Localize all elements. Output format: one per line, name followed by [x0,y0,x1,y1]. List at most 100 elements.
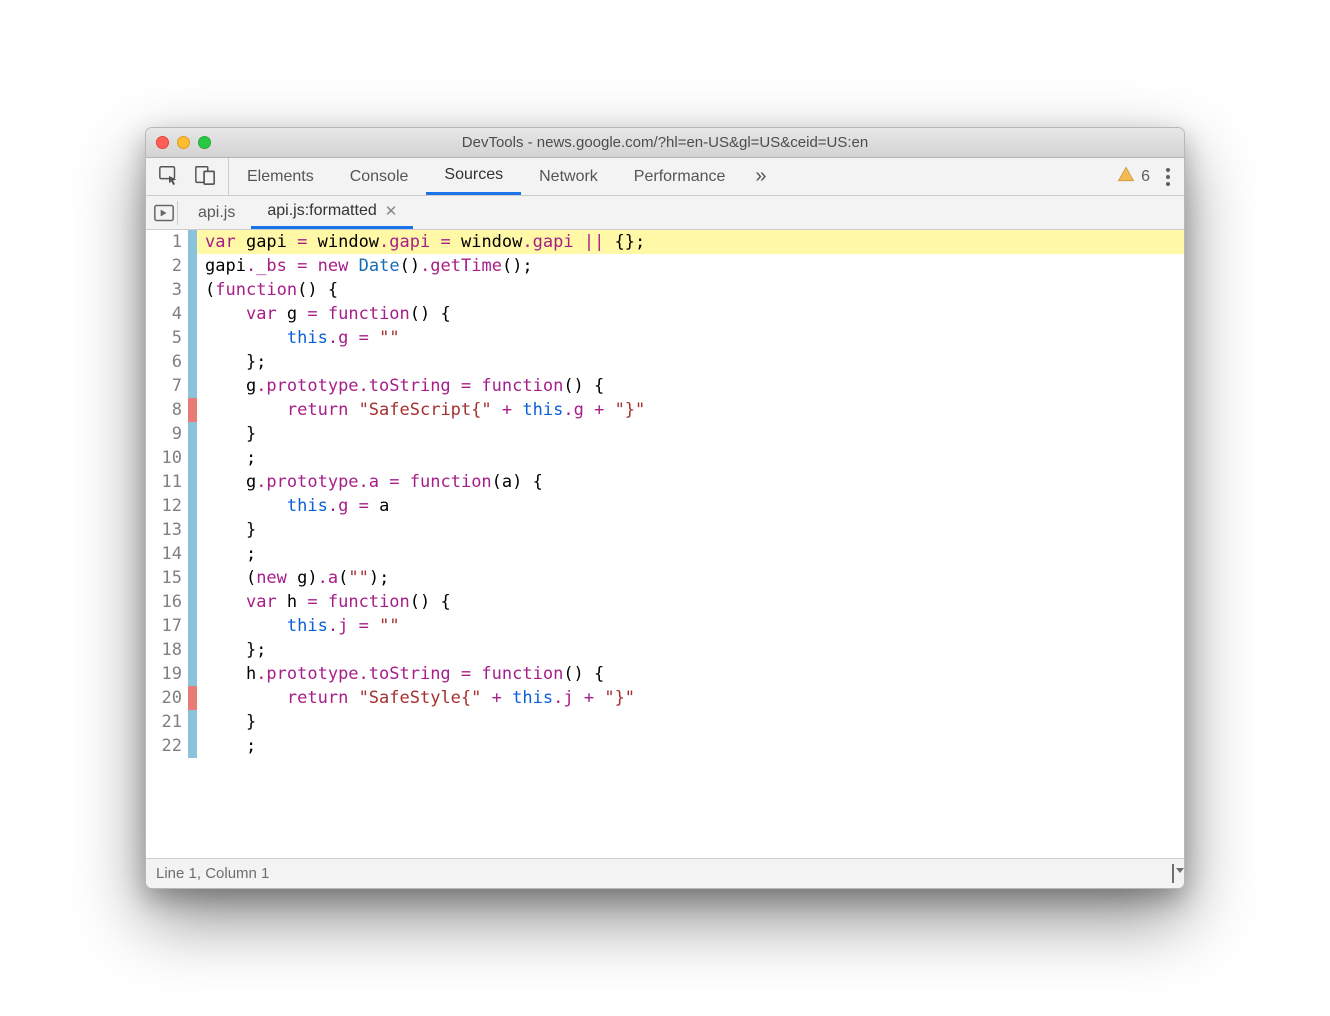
line-number[interactable]: 13 [146,518,188,542]
line-number[interactable]: 4 [146,302,188,326]
coverage-marker [188,566,197,590]
code-line: 22 ; [146,734,1184,758]
line-number[interactable]: 10 [146,446,188,470]
coverage-marker [188,638,197,662]
coverage-marker [188,278,197,302]
coverage-marker [188,710,197,734]
tab-network[interactable]: Network [521,158,616,195]
code-text[interactable]: var g = function() { [197,302,1184,326]
code-line: 19 h.prototype.toString = function() { [146,662,1184,686]
code-text[interactable]: var h = function() { [197,590,1184,614]
line-number[interactable]: 6 [146,350,188,374]
warnings-badge[interactable]: 6 [1117,165,1150,188]
line-number[interactable]: 17 [146,614,188,638]
code-line: 9 } [146,422,1184,446]
code-text[interactable]: } [197,518,1184,542]
code-line: 15 (new g).a(""); [146,566,1184,590]
line-number[interactable]: 18 [146,638,188,662]
tabs-overflow-button[interactable]: » [743,158,778,195]
code-line: 12 this.g = a [146,494,1184,518]
line-number[interactable]: 14 [146,542,188,566]
coverage-marker [188,518,197,542]
code-text[interactable]: g.prototype.toString = function() { [197,374,1184,398]
line-number[interactable]: 11 [146,470,188,494]
file-tab[interactable]: api.js [182,196,251,229]
code-editor[interactable]: 1 var gapi = window.gapi = window.gapi ||… [146,230,1184,858]
code-text[interactable]: return "SafeScript{" + this.g + "}" [197,398,1184,422]
line-number[interactable]: 7 [146,374,188,398]
window-title: DevTools - news.google.com/?hl=en-US&gl=… [146,134,1184,151]
code-line: 14 ; [146,542,1184,566]
coverage-marker [188,350,197,374]
code-line: 5 this.g = "" [146,326,1184,350]
coverage-marker [188,686,197,710]
code-text[interactable]: this.g = "" [197,326,1184,350]
line-number[interactable]: 12 [146,494,188,518]
show-drawer-button[interactable] [1172,865,1174,882]
code-text[interactable]: ; [197,542,1184,566]
code-text[interactable]: ; [197,734,1184,758]
code-text[interactable]: this.j = "" [197,614,1184,638]
code-text[interactable]: h.prototype.toString = function() { [197,662,1184,686]
line-number[interactable]: 22 [146,734,188,758]
coverage-marker [188,374,197,398]
code-text[interactable]: var gapi = window.gapi = window.gapi || … [197,230,1184,254]
tab-sources[interactable]: Sources [426,158,521,195]
line-number[interactable]: 3 [146,278,188,302]
code-text[interactable]: } [197,422,1184,446]
select-element-icon[interactable] [158,164,180,189]
code-line: 20 return "SafeStyle{" + this.j + "}" [146,686,1184,710]
line-number[interactable]: 5 [146,326,188,350]
code-line: 3 (function() { [146,278,1184,302]
code-text[interactable]: (new g).a(""); [197,566,1184,590]
more-menu-button[interactable] [1162,164,1174,190]
code-text[interactable]: return "SafeStyle{" + this.j + "}" [197,686,1184,710]
status-bar: Line 1, Column 1 [146,858,1184,888]
warning-icon [1117,165,1135,188]
devtools-window: DevTools - news.google.com/?hl=en-US&gl=… [145,127,1185,889]
code-text[interactable]: } [197,710,1184,734]
code-line: 10 ; [146,446,1184,470]
minimize-window-button[interactable] [177,136,190,149]
code-text[interactable]: g.prototype.a = function(a) { [197,470,1184,494]
code-line: 4 var g = function() { [146,302,1184,326]
coverage-marker [188,542,197,566]
line-number[interactable]: 20 [146,686,188,710]
line-number[interactable]: 1 [146,230,188,254]
close-window-button[interactable] [156,136,169,149]
show-navigator-button[interactable] [150,201,178,225]
line-number[interactable]: 15 [146,566,188,590]
line-number[interactable]: 21 [146,710,188,734]
code-text[interactable]: this.g = a [197,494,1184,518]
code-text[interactable]: gapi._bs = new Date().getTime(); [197,254,1184,278]
code-line: 8 return "SafeScript{" + this.g + "}" [146,398,1184,422]
tab-elements[interactable]: Elements [229,158,332,195]
code-line: 17 this.j = "" [146,614,1184,638]
coverage-marker [188,614,197,638]
code-line: 11 g.prototype.a = function(a) { [146,470,1184,494]
code-line: 6 }; [146,350,1184,374]
line-number[interactable]: 2 [146,254,188,278]
code-text[interactable]: ; [197,446,1184,470]
code-text[interactable]: }; [197,638,1184,662]
code-line: 7 g.prototype.toString = function() { [146,374,1184,398]
coverage-marker [188,662,197,686]
coverage-marker [188,446,197,470]
code-text[interactable]: (function() { [197,278,1184,302]
file-tab[interactable]: api.js:formatted✕ [251,196,413,229]
code-text[interactable]: }; [197,350,1184,374]
warning-count: 6 [1141,168,1150,186]
line-number[interactable]: 8 [146,398,188,422]
titlebar: DevTools - news.google.com/?hl=en-US&gl=… [146,128,1184,158]
line-number[interactable]: 19 [146,662,188,686]
line-number[interactable]: 16 [146,590,188,614]
zoom-window-button[interactable] [198,136,211,149]
close-icon[interactable]: ✕ [385,202,398,220]
code-line: 1 var gapi = window.gapi = window.gapi ||… [146,230,1184,254]
coverage-marker [188,326,197,350]
line-number[interactable]: 9 [146,422,188,446]
tab-console[interactable]: Console [332,158,427,195]
coverage-marker [188,734,197,758]
device-toolbar-icon[interactable] [194,164,216,189]
tab-performance[interactable]: Performance [616,158,744,195]
